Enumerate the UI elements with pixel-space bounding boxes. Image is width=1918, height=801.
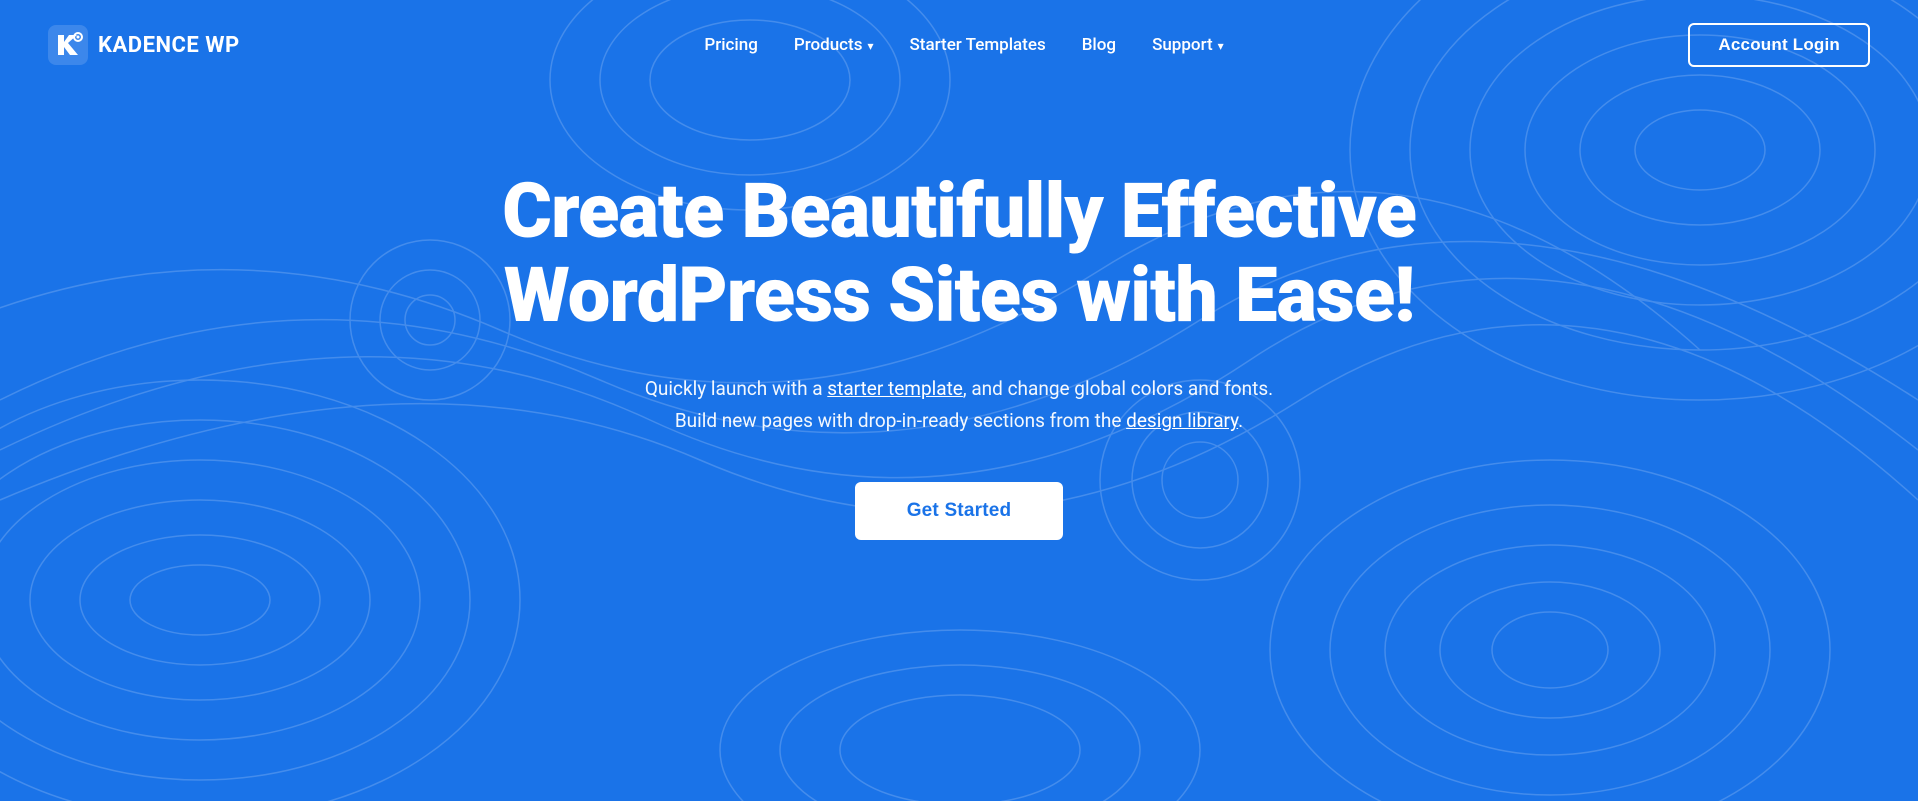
products-chevron-down-icon: ▾	[867, 39, 873, 53]
navbar-brand: KADENCE WP	[48, 25, 240, 65]
nav-pricing[interactable]: Pricing	[704, 35, 758, 55]
navbar-actions: Account Login	[1688, 23, 1870, 67]
navbar-links: Pricing Products ▾ Starter Templates Blo…	[704, 35, 1223, 55]
hero-subtitle: Quickly launch with a starter template, …	[645, 373, 1273, 438]
design-library-link[interactable]: design library	[1126, 409, 1238, 432]
kadence-logo-icon	[48, 25, 88, 65]
brand-name: KADENCE WP	[98, 33, 240, 58]
navbar: KADENCE WP Pricing Products ▾ Starter Te…	[0, 0, 1918, 90]
nav-starter-templates[interactable]: Starter Templates	[910, 35, 1046, 55]
nav-products[interactable]: Products ▾	[794, 35, 874, 55]
starter-template-link[interactable]: starter template	[827, 377, 963, 400]
nav-blog[interactable]: Blog	[1082, 35, 1116, 55]
hero-content: Create Beautifully Effective WordPress S…	[0, 90, 1918, 600]
nav-support[interactable]: Support ▾	[1152, 35, 1224, 55]
hero-title: Create Beautifully Effective WordPress S…	[484, 170, 1434, 337]
hero-section: KADENCE WP Pricing Products ▾ Starter Te…	[0, 0, 1918, 801]
get-started-button[interactable]: Get Started	[855, 482, 1064, 540]
support-chevron-down-icon: ▾	[1218, 39, 1224, 53]
account-login-button[interactable]: Account Login	[1688, 23, 1870, 67]
